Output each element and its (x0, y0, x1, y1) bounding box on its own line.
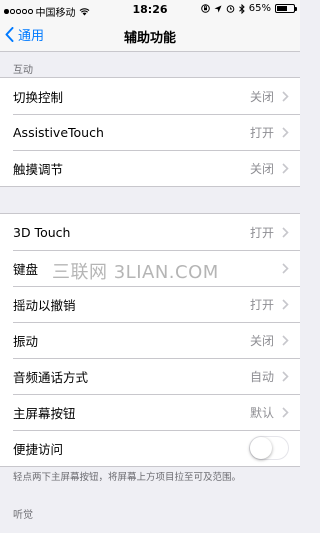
battery-fill (277, 6, 287, 11)
row-value: 关闭 (249, 89, 274, 104)
touch-group: 3D Touch 打开 键盘 摇动以撤销 打开 振动 关闭 音频通话方式 自动 … (0, 213, 300, 467)
row-label: 键盘 (13, 261, 39, 277)
chevron-right-icon (282, 263, 289, 274)
reachability-toggle[interactable] (249, 436, 289, 460)
lock-rotation-icon (200, 4, 210, 13)
section-header-hearing: 听觉 (13, 510, 33, 521)
row-label: 振动 (13, 333, 39, 349)
chevron-right-icon (282, 407, 289, 418)
section-header-interaction: 互动 (13, 65, 33, 76)
back-button[interactable]: 通用 (5, 25, 44, 44)
row-keyboard[interactable]: 键盘 (0, 250, 300, 286)
row-call-audio-routing[interactable]: 音频通话方式 自动 (0, 358, 300, 394)
row-switch-control[interactable]: 切换控制 关闭 (0, 78, 300, 114)
battery-icon (275, 4, 297, 13)
chevron-right-icon (282, 91, 289, 102)
chevron-right-icon (282, 227, 289, 238)
chevron-right-icon (282, 163, 289, 174)
row-vibration[interactable]: 振动 关闭 (0, 322, 300, 358)
bluetooth-icon (238, 3, 245, 14)
status-right: 65% (200, 3, 297, 14)
alarm-icon (226, 5, 235, 13)
toggle-knob (250, 437, 272, 459)
status-bar: 中国移动 18:26 65% (0, 0, 300, 20)
interaction-group: 切换控制 关闭 AssistiveTouch 打开 触摸调节 关闭 (0, 77, 300, 187)
row-value: 默认 (249, 405, 274, 420)
back-label: 通用 (18, 29, 45, 44)
chevron-right-icon (282, 299, 289, 310)
row-value: 打开 (249, 225, 274, 240)
row-value: 自动 (249, 369, 274, 384)
chevron-right-icon (282, 371, 289, 382)
row-value: 打开 (249, 297, 274, 312)
navigation-bar: 通用 辅助功能 (0, 20, 300, 52)
chevron-right-icon (282, 127, 289, 138)
row-value: 关闭 (249, 333, 274, 348)
row-label: 摇动以撤销 (13, 297, 76, 313)
row-assistivetouch[interactable]: AssistiveTouch 打开 (0, 114, 300, 150)
chevron-right-icon (282, 335, 289, 346)
row-value: 打开 (249, 125, 274, 140)
row-shake-to-undo[interactable]: 摇动以撤销 打开 (0, 286, 300, 322)
page-title: 辅助功能 (123, 31, 176, 46)
row-label: 主屏幕按钮 (13, 405, 76, 421)
row-home-button[interactable]: 主屏幕按钮 默认 (0, 394, 300, 430)
row-label: 便捷访问 (13, 441, 64, 457)
battery-percent: 65% (248, 3, 271, 14)
row-reachability: 便捷访问 (0, 430, 300, 466)
row-value: 关闭 (249, 161, 274, 176)
row-touch-accommodations[interactable]: 触摸调节 关闭 (0, 150, 300, 186)
row-label: 3D Touch (13, 224, 71, 240)
row-label: AssistiveTouch (13, 124, 104, 140)
row-label: 音频通话方式 (13, 369, 89, 385)
location-icon (214, 5, 222, 12)
reachability-footer-note: 轻点两下主屏幕按钮，将屏幕上方项目拉至可及范围。 (13, 472, 242, 483)
chevron-left-icon (5, 27, 14, 42)
row-label: 触摸调节 (13, 161, 64, 177)
row-label: 切换控制 (13, 89, 64, 105)
row-3d-touch[interactable]: 3D Touch 打开 (0, 214, 300, 250)
